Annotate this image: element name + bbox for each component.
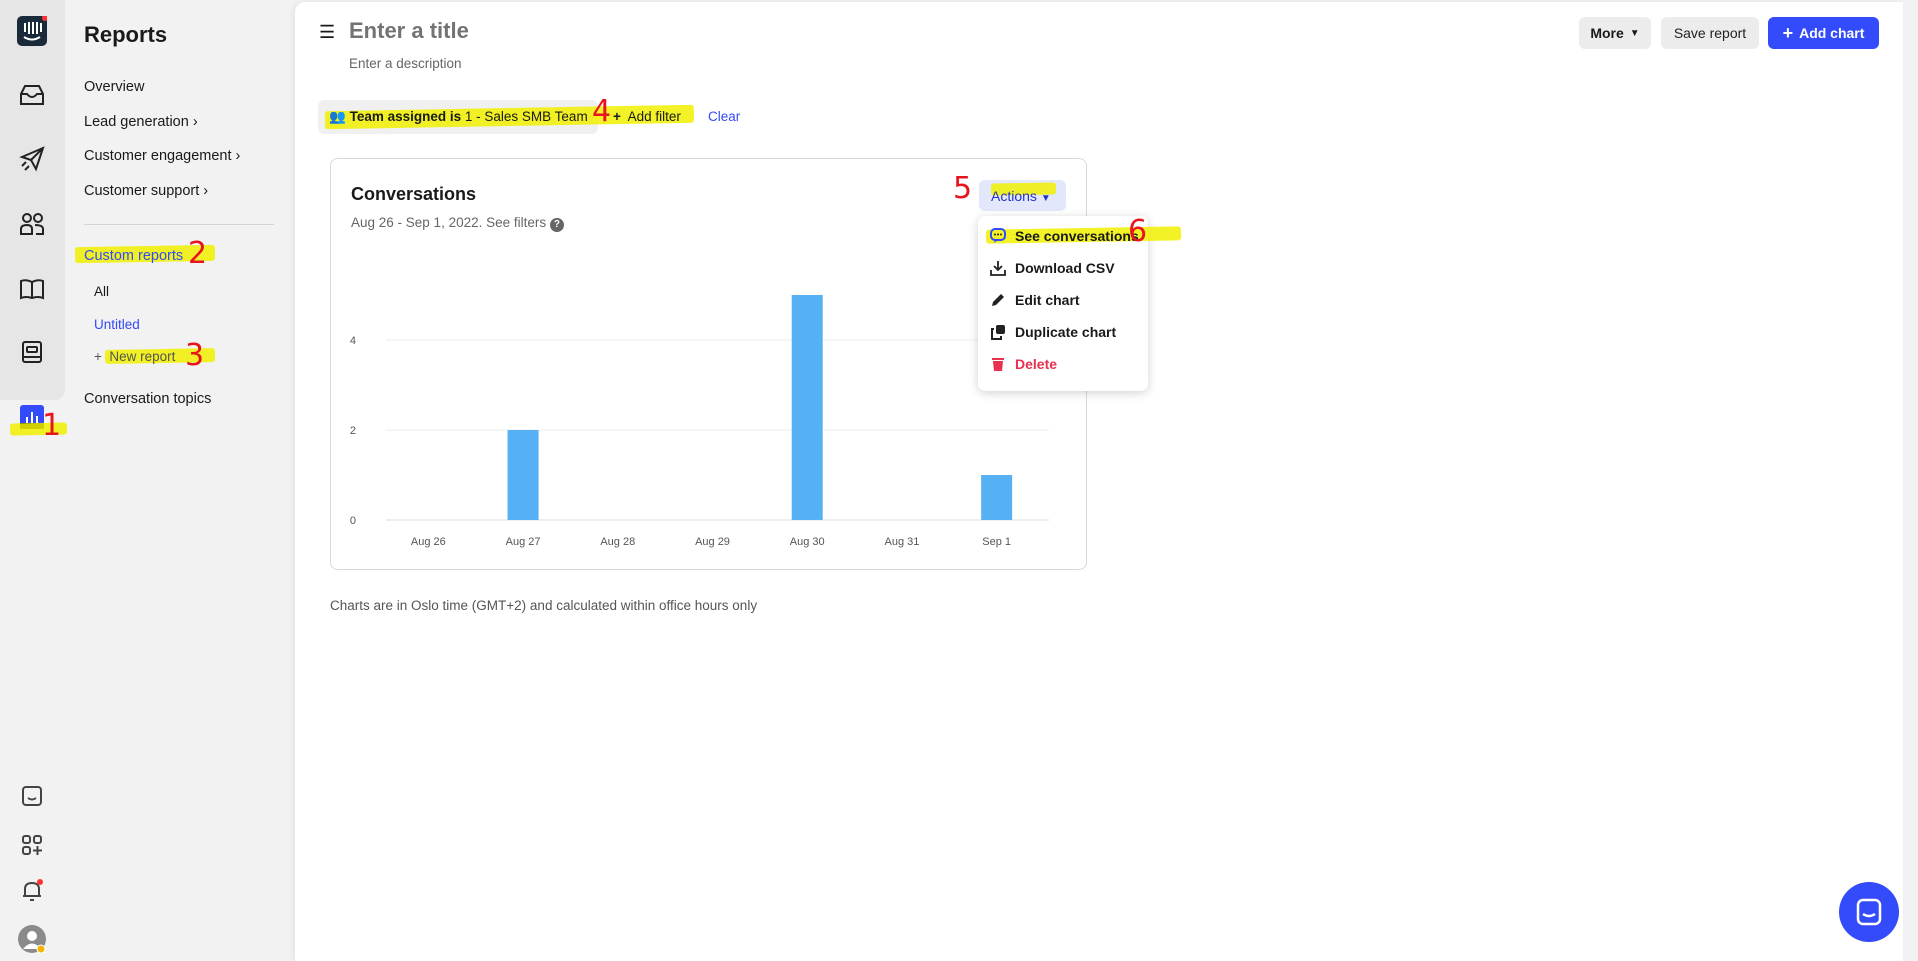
report-main: ☰ Enter a title Enter a description More…	[295, 2, 1903, 961]
menu-item-edit-chart[interactable]: Edit chart	[990, 292, 1080, 308]
sidebar-title: Reports	[84, 22, 168, 47]
annotation-1: 1	[42, 408, 62, 443]
menu-item-see-conversations[interactable]: See conversations	[990, 228, 1139, 244]
caret-down-icon: ▼	[1629, 27, 1640, 39]
more-button[interactable]: More ▼	[1579, 17, 1651, 49]
plus-icon: +	[613, 109, 621, 124]
intercom-logo-icon[interactable]	[17, 16, 47, 46]
avatar[interactable]	[17, 924, 47, 954]
x-tick-label: Aug 26	[411, 536, 446, 548]
sidebar-item-all[interactable]: All	[94, 284, 109, 299]
messenger-icon	[1856, 898, 1882, 926]
bar	[791, 295, 823, 520]
outbound-icon[interactable]	[17, 144, 47, 174]
messenger-icon[interactable]	[17, 781, 47, 811]
annotation-2: 2	[188, 236, 208, 271]
x-tick-label: Aug 28	[600, 536, 635, 548]
y-tick-label: 4	[350, 335, 356, 347]
menu-toggle-icon[interactable]: ☰	[319, 22, 335, 43]
y-tick-label: 2	[350, 425, 356, 437]
new-report-button[interactable]: + New report	[94, 349, 175, 364]
duplicate-icon	[991, 325, 1005, 340]
trash-icon	[992, 358, 1004, 371]
filter-label: Team assigned is	[349, 109, 462, 124]
annotation-4: 4	[592, 94, 612, 129]
bar	[981, 475, 1013, 520]
x-tick-label: Aug 29	[695, 536, 730, 548]
messenger-launcher-button[interactable]	[1839, 882, 1899, 942]
footer-note: Charts are in Oslo time (GMT+2) and calc…	[330, 598, 758, 613]
sidebar-item-untitled[interactable]: Untitled	[94, 317, 140, 332]
download-icon	[990, 261, 1006, 276]
sidebar-item-lead-generation[interactable]: Lead generation ›	[84, 114, 198, 130]
chat-icon	[990, 228, 1006, 243]
bar	[507, 430, 539, 520]
chevron-right-icon: ›	[235, 148, 241, 164]
title-input[interactable]: Enter a title	[349, 18, 469, 44]
help-icon: ?	[549, 218, 564, 232]
notifications-icon[interactable]	[17, 876, 47, 906]
menu-item-download-csv[interactable]: Download CSV	[990, 260, 1115, 276]
actions-menu: See conversations 6 Download CSV Edit ch…	[978, 214, 1182, 391]
menu-item-duplicate-chart[interactable]: Duplicate chart	[990, 324, 1116, 340]
chart-subtitle[interactable]: Aug 26 - Sep 1, 2022. See filters ?	[351, 215, 564, 232]
inbox-icon[interactable]	[17, 80, 47, 110]
x-tick-label: Aug 31	[884, 536, 919, 548]
sidebar-item-customer-engagement[interactable]: Customer engagement ›	[84, 148, 240, 164]
left-rail	[0, 0, 65, 961]
chevron-right-icon: ›	[203, 183, 209, 199]
menu-item-delete[interactable]: Delete	[990, 356, 1057, 372]
sidebar-item-customer-support[interactable]: Customer support ›	[84, 183, 208, 199]
chart-card: Conversations Aug 26 - Sep 1, 2022. See …	[330, 158, 1087, 570]
pencil-icon	[992, 294, 1004, 306]
articles-icon[interactable]	[17, 274, 47, 304]
clear-filters-link[interactable]: Clear	[708, 109, 740, 124]
add-filter-button[interactable]: + Add filter	[613, 109, 681, 124]
chart-title: Conversations	[351, 184, 477, 204]
divider	[84, 224, 274, 225]
x-tick-label: Aug 27	[506, 536, 541, 548]
save-report-button[interactable]: Save report	[1661, 17, 1759, 49]
sidebar-item-custom-reports[interactable]: Custom reports	[84, 248, 183, 264]
team-icon: 👥	[329, 109, 346, 124]
x-tick-label: Sep 1	[982, 536, 1011, 548]
annotation-6: 6	[1128, 214, 1148, 249]
plus-icon: +	[94, 349, 102, 364]
sidebar-item-overview[interactable]: Overview	[84, 79, 144, 95]
annotation-3: 3	[185, 338, 205, 373]
chevron-right-icon: ›	[192, 114, 198, 130]
annotation-5: 5	[953, 171, 973, 206]
description-input[interactable]: Enter a description	[349, 56, 462, 71]
reports-sidebar: Reports Overview Lead generation › Custo…	[65, 0, 295, 961]
bar-chart: 0 2 4 Aug 26 Aug 27 Aug 28 Aug 29 Aug 30 Aug 31 S…	[350, 295, 1049, 548]
filter-value: 1 - Sales SMB Team	[464, 109, 588, 124]
apps-icon[interactable]	[17, 830, 47, 860]
plus-icon: +	[1782, 22, 1794, 43]
caret-down-icon: ▼	[1040, 193, 1051, 204]
reports-book-icon[interactable]	[17, 337, 47, 367]
y-tick-label: 0	[350, 515, 356, 527]
x-tick-label: Aug 30	[790, 536, 825, 548]
sidebar-item-conversation-topics[interactable]: Conversation topics	[84, 391, 211, 407]
add-chart-button[interactable]: + Add chart	[1768, 17, 1879, 49]
contacts-icon[interactable]	[17, 209, 47, 239]
